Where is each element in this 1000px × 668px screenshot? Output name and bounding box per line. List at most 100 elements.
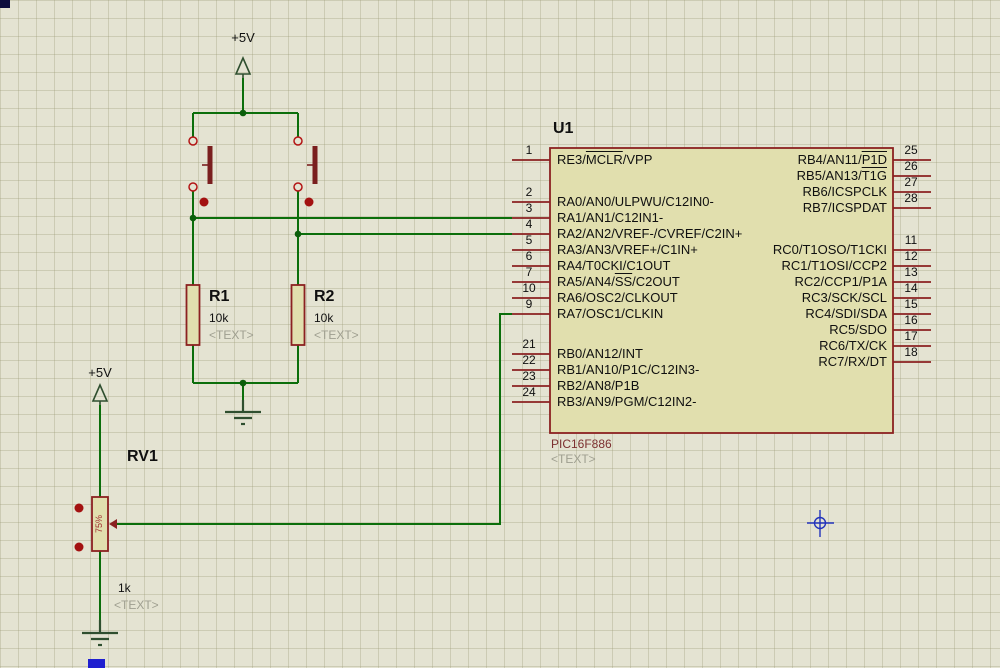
- pin-label-segment: RC7/RX/DT: [818, 354, 887, 369]
- pin-label-segment: RC4/SDI/SDA: [805, 306, 887, 321]
- button-actuator[interactable]: [207, 146, 213, 184]
- pin-number: 13: [904, 265, 918, 279]
- button-contact[interactable]: [293, 136, 303, 146]
- pin-number: 25: [904, 143, 918, 157]
- pin-label-segment: RA0/AN0/ULPWU/C12IN0-: [557, 194, 714, 209]
- power-terminal-icon[interactable]: [234, 56, 252, 78]
- pin-number: 7: [525, 265, 533, 279]
- pin-label-segment: RA3/AN3/VREF+/C1IN+: [557, 242, 698, 257]
- chip-ref-label: U1: [553, 120, 574, 137]
- pot-wiper-arrow-icon[interactable]: [109, 519, 117, 529]
- pin-label: RC3/SCK/SCL: [802, 290, 887, 305]
- r2-ref-label: R2: [314, 288, 335, 305]
- pin-label: RA5/AN4/SS/C2OUT: [557, 274, 680, 289]
- pin-label-segment: RA4/T0CKI/C1OUT: [557, 258, 671, 273]
- pin-label: RC0/T1OSO/T1CKI: [773, 242, 887, 257]
- ground-terminal-icon[interactable]: [225, 400, 261, 426]
- resistor-r1-body[interactable]: [185, 284, 201, 346]
- pin-label-segment: RC6/TX/CK: [819, 338, 887, 353]
- junction-dot: [239, 109, 247, 117]
- pin-label-segment: P1D: [861, 152, 887, 167]
- pin-label: RB3/AN9/PGM/C12IN2-: [557, 394, 696, 409]
- pin-number: 28: [904, 191, 918, 205]
- pin-label-segment: RB6/ICSPCLK: [802, 184, 887, 199]
- pin-label-segment: RC1/T1OSI/CCP2: [781, 258, 887, 273]
- pin-label: RA4/T0CKI/C1OUT: [557, 258, 670, 273]
- r1-value-label: 10k: [209, 311, 229, 325]
- pin-number: 21: [522, 337, 536, 351]
- rv1-text-placeholder: <TEXT>: [114, 598, 159, 612]
- button-state-dot[interactable]: [304, 197, 314, 207]
- resistor-r2-body[interactable]: [290, 284, 306, 346]
- chip-part-label: PIC16F886: [551, 437, 612, 451]
- pin-number: 2: [525, 185, 533, 199]
- pin-label: RC2/CCP1/P1A: [795, 274, 887, 289]
- pin-number: 26: [904, 159, 918, 173]
- origin-crosshair-icon: [807, 510, 834, 537]
- junction-dots: [189, 109, 302, 387]
- pin-label: RC4/SDI/SDA: [805, 306, 887, 321]
- button-contact[interactable]: [188, 182, 198, 192]
- pin-number: 6: [525, 249, 533, 263]
- pin-label-segment: RA5/AN4/: [557, 274, 615, 289]
- pin-label-segment: MCLR: [585, 152, 623, 167]
- pin-label-segment: RB1/AN10/P1C/C12IN3-: [557, 362, 700, 377]
- pot-adjust-down-dot[interactable]: [74, 542, 84, 552]
- button-contact[interactable]: [188, 136, 198, 146]
- pin-label: RB5/AN13/T1G: [797, 168, 887, 183]
- pin-label-segment: T1G: [861, 168, 887, 183]
- power-arrow-icon[interactable]: [91, 383, 109, 402]
- pin-label-segment: RB0/AN12/INT: [557, 346, 643, 361]
- pin-label-segment: RB3/AN9/PGM/C12IN2-: [557, 394, 697, 409]
- r1-text-placeholder: <TEXT>: [209, 328, 254, 342]
- pin-label-segment: RB4/AN11/: [797, 152, 862, 167]
- pot-adjust-up-dot[interactable]: [74, 503, 84, 513]
- sheet-edge-marker: [88, 659, 105, 668]
- pin-label: RA6/OSC2/CLKOUT: [557, 290, 678, 305]
- pin-label-segment: RE3/: [557, 152, 586, 167]
- button-contact[interactable]: [293, 182, 303, 192]
- button-actuator[interactable]: [312, 146, 318, 184]
- pin-label-segment: RC5/SDO: [829, 322, 887, 337]
- pin-label-segment: RA7/OSC1/CLKIN: [557, 306, 664, 321]
- power-label-top: +5V: [231, 30, 255, 45]
- wire-pot-to-pin9[interactable]: [117, 313, 512, 525]
- chip-text-placeholder: <TEXT>: [551, 452, 596, 466]
- pin-label: RB7/ICSPDAT: [803, 200, 887, 215]
- pin-label-segment: RB5/AN13/: [796, 168, 862, 183]
- pin-label: RA3/AN3/VREF+/C1IN+: [557, 242, 698, 257]
- ground-terminal-icon[interactable]: [82, 620, 118, 647]
- pin-number: 22: [522, 353, 536, 367]
- pin-number: 16: [904, 313, 918, 327]
- pin-number: 18: [904, 345, 918, 359]
- pin-label: RC5/SDO: [829, 322, 887, 337]
- power-terminal-icon[interactable]: [91, 383, 109, 405]
- pin-label-segment: RB2/AN8/P1B: [557, 378, 640, 393]
- pin-label: RA2/AN2/VREF-/CVREF/C2IN+: [557, 226, 742, 241]
- pin-label: RB1/AN10/P1C/C12IN3-: [557, 362, 699, 377]
- pin-label: RC6/TX/CK: [819, 338, 887, 353]
- pin-label-segment: RC0/T1OSO/T1CKI: [772, 242, 887, 257]
- pin-label: RE3/MCLR/VPP: [557, 152, 652, 167]
- pin-label: RA1/AN1/C12IN1-: [557, 210, 663, 225]
- pin-number: 3: [525, 201, 533, 215]
- r2-value-label: 10k: [314, 311, 334, 325]
- wires: [99, 78, 512, 620]
- rv1-value-label: 1k: [118, 581, 131, 595]
- pin-number: 9: [525, 297, 533, 311]
- pin-number: 10: [522, 281, 536, 295]
- pin-label-segment: RA6/OSC2/CLKOUT: [557, 290, 678, 305]
- power-arrow-icon[interactable]: [234, 56, 252, 75]
- pin-label-segment: /VPP: [622, 152, 653, 167]
- pin-label: RA7/OSC1/CLKIN: [557, 306, 663, 321]
- pin-label: RC1/T1OSI/CCP2: [782, 258, 887, 273]
- junction-dot: [189, 214, 197, 222]
- button-state-dot[interactable]: [199, 197, 209, 207]
- pin-label-segment: /C2OUT: [632, 274, 680, 289]
- power-label-left: +5V: [88, 365, 112, 380]
- pin-label: RB6/ICSPCLK: [802, 184, 887, 199]
- pin-label-segment: RA2/AN2/VREF-/CVREF/C2IN+: [557, 226, 743, 241]
- junction-dot: [294, 230, 302, 238]
- pin-number: 11: [904, 233, 918, 247]
- schematic-canvas: +5V +5V U1 PIC16F886 <TEXT> R1 10k <TEXT…: [0, 0, 1000, 668]
